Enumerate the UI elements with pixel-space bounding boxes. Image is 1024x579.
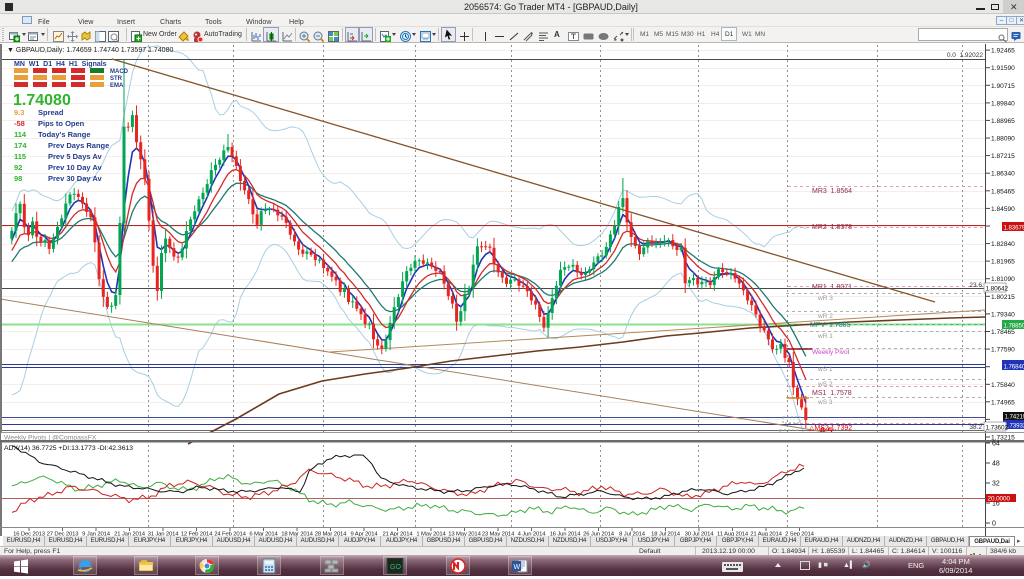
- svg-text:wR 2: wR 2: [817, 313, 833, 320]
- svg-text:MR3 1.8564: MR3 1.8564: [812, 188, 852, 195]
- svg-text:32: 32: [992, 481, 1000, 488]
- svg-text:1.81090: 1.81090: [991, 276, 1015, 283]
- svg-text:1.85465: 1.85465: [991, 188, 1015, 195]
- svg-text:1.74219: 1.74219: [1005, 414, 1024, 421]
- svg-text:1.83679: 1.83679: [1004, 225, 1024, 232]
- svg-text:1.78850: 1.78850: [1004, 323, 1024, 330]
- svg-text:1.74965: 1.74965: [991, 399, 1015, 406]
- svg-text:115: 115: [14, 152, 26, 161]
- svg-text:Today's Range: Today's Range: [38, 130, 91, 139]
- svg-text:1.86340: 1.86340: [991, 171, 1015, 178]
- svg-text:MS1 1.7578: MS1 1.7578: [812, 390, 852, 397]
- svg-text:Pips to Open: Pips to Open: [38, 119, 85, 128]
- svg-text:1.84590: 1.84590: [991, 206, 1015, 213]
- svg-text:1.79340: 1.79340: [991, 311, 1015, 318]
- svg-text:1.74080: 1.74080: [13, 92, 71, 109]
- svg-text:48: 48: [992, 461, 1000, 468]
- svg-text:1.73602: 1.73602: [986, 425, 1009, 432]
- svg-text:114: 114: [14, 130, 27, 139]
- svg-text:92: 92: [14, 163, 22, 172]
- svg-text:20.0000: 20.0000: [988, 496, 1011, 503]
- svg-text:38.2: 38.2: [969, 424, 982, 431]
- svg-text:0: 0: [992, 521, 996, 528]
- svg-text:GO: GO: [390, 564, 401, 571]
- svg-text:Prev Days Range: Prev Days Range: [48, 141, 109, 150]
- svg-text:98: 98: [14, 174, 22, 183]
- svg-text:1.82840: 1.82840: [991, 241, 1015, 248]
- svg-text:MR2 1.8378: MR2 1.8378: [812, 224, 852, 231]
- svg-text:1.90715: 1.90715: [991, 83, 1015, 90]
- svg-text:EMA: EMA: [110, 83, 124, 89]
- svg-text:wR 1: wR 1: [817, 333, 833, 340]
- svg-text:174: 174: [14, 141, 27, 150]
- svg-text:1.87215: 1.87215: [991, 153, 1015, 160]
- svg-text:W: W: [514, 564, 521, 571]
- svg-text:STR: STR: [110, 76, 123, 82]
- svg-text:1.78465: 1.78465: [991, 329, 1015, 336]
- svg-text:ADX(14) 36.7725 +DI:13.1773 -D: ADX(14) 36.7725 +DI:13.1773 -DI:42.3613: [4, 445, 133, 452]
- svg-text:23.6: 23.6: [969, 282, 982, 289]
- svg-text:1.80215: 1.80215: [991, 294, 1015, 301]
- svg-text:wS 3: wS 3: [817, 399, 833, 406]
- svg-text:1.76840: 1.76840: [1004, 364, 1024, 371]
- svg-text:wS 2: wS 2: [817, 381, 833, 388]
- svg-text:Weekly Pivots | @CompassFX: Weekly Pivots | @CompassFX: [4, 435, 97, 442]
- svg-text:Prev 10 Day Av: Prev 10 Day Av: [48, 163, 102, 172]
- svg-text:1.91590: 1.91590: [991, 65, 1015, 72]
- svg-text:1.80642: 1.80642: [986, 286, 1009, 293]
- svg-text:1.92465: 1.92465: [991, 48, 1015, 55]
- svg-text:MACD: MACD: [110, 69, 129, 75]
- svg-text:0.0 1.92022: 0.0 1.92022: [947, 52, 984, 59]
- svg-text:1.75840: 1.75840: [991, 382, 1015, 389]
- svg-text:1.88090: 1.88090: [991, 136, 1015, 143]
- svg-text:MR1 1.8071: MR1 1.8071: [812, 284, 852, 291]
- svg-text:9.3: 9.3: [14, 108, 24, 117]
- svg-text:1.81965: 1.81965: [991, 259, 1015, 266]
- svg-text:1.77590: 1.77590: [991, 347, 1015, 354]
- svg-text:Prev 30 Day Av: Prev 30 Day Av: [48, 174, 102, 183]
- svg-text:1.89840: 1.89840: [991, 100, 1015, 107]
- svg-text:MPV 1.7885: MPV 1.7885: [810, 322, 851, 329]
- svg-text:wR 3: wR 3: [817, 295, 833, 302]
- svg-text:Spread: Spread: [38, 108, 64, 117]
- svg-text:Prev 5 Days Av: Prev 5 Days Av: [48, 152, 102, 161]
- svg-text:MN W1 D1 H4 H1 Signals: MN W1 D1 H4 H1 Signals: [14, 61, 107, 68]
- svg-text:▼ GBPAUD,Daily: 1.74659 1.7474: ▼ GBPAUD,Daily: 1.74659 1.74740 1.73597 …: [7, 47, 173, 54]
- svg-text:Weekly Pivot: Weekly Pivot: [812, 349, 850, 356]
- svg-text:-58: -58: [14, 119, 25, 128]
- svg-text:wS 1: wS 1: [817, 366, 833, 373]
- svg-text:1.88965: 1.88965: [991, 118, 1015, 125]
- svg-text:64: 64: [992, 441, 1000, 448]
